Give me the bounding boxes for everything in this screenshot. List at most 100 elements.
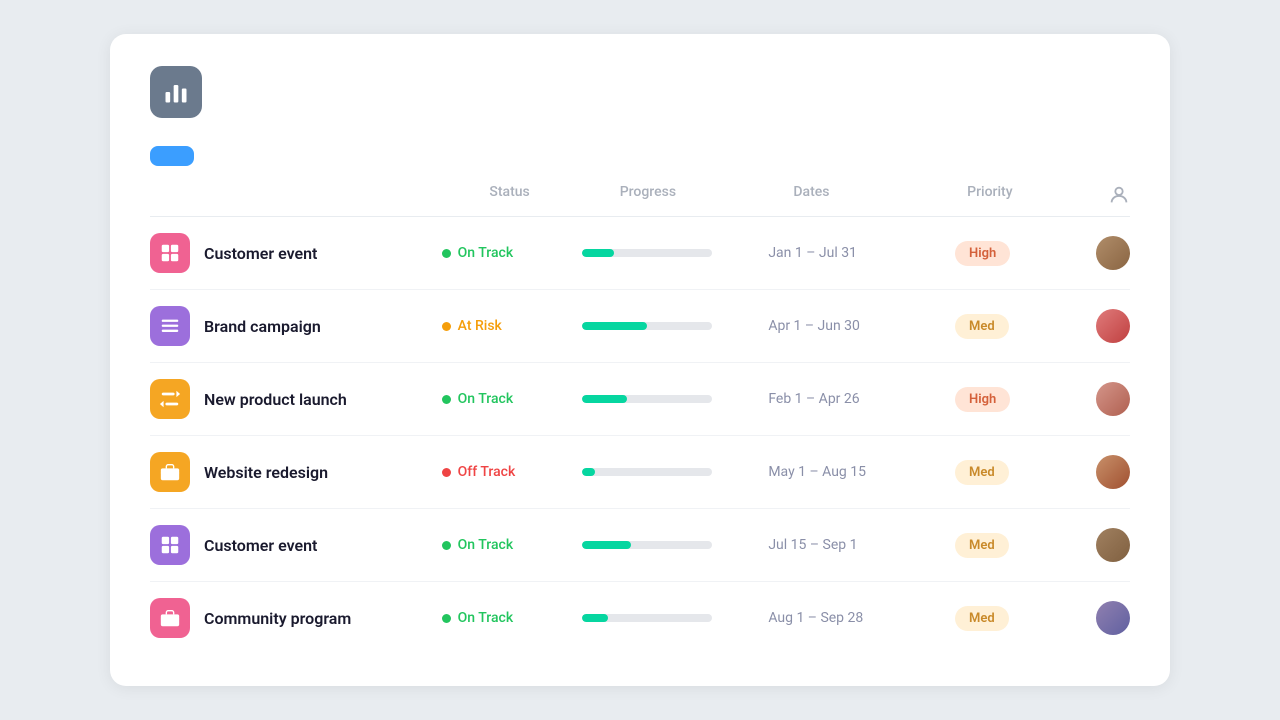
status-label: On Track <box>458 610 514 626</box>
briefcase-icon <box>150 452 190 492</box>
col-user <box>1076 184 1130 206</box>
priority-cell: Med <box>955 460 1072 485</box>
priority-cell: Med <box>955 314 1072 339</box>
priority-badge: High <box>955 387 1010 412</box>
briefcase-icon <box>150 598 190 638</box>
status-dot <box>442 468 451 477</box>
progress-bar-fill <box>582 322 647 330</box>
progress-cell <box>582 541 769 549</box>
project-cell: Customer event <box>150 525 442 565</box>
progress-bar-bg <box>582 395 712 403</box>
avatar <box>1096 455 1130 489</box>
avatar-cell <box>1072 382 1130 416</box>
status-cell: On Track <box>442 610 582 626</box>
status-label: At Risk <box>458 318 502 334</box>
priority-badge: Med <box>955 533 1009 558</box>
status-dot <box>442 249 451 258</box>
col-priority: Priority <box>967 184 1076 206</box>
priority-cell: Med <box>955 606 1072 631</box>
dates-cell: Jan 1 – Jul 31 <box>768 245 955 261</box>
status-label: On Track <box>458 391 514 407</box>
col-status: Status <box>489 184 619 206</box>
status-cell: On Track <box>442 391 582 407</box>
priority-cell: Med <box>955 533 1072 558</box>
user-header-icon <box>1108 184 1130 206</box>
table-row[interactable]: Website redesign Off Track May 1 – Aug 1… <box>150 436 1130 509</box>
avatar <box>1096 528 1130 562</box>
status-dot <box>442 541 451 550</box>
status-cell: On Track <box>442 245 582 261</box>
status-cell: At Risk <box>442 318 582 334</box>
list-icon <box>150 306 190 346</box>
table-body: Customer event On Track Jan 1 – Jul 31 H… <box>150 217 1130 654</box>
grid-icon <box>150 233 190 273</box>
progress-bar-fill <box>582 395 628 403</box>
main-card: Status Progress Dates Priority Customer … <box>110 34 1170 686</box>
progress-cell <box>582 249 769 257</box>
table-header: Status Progress Dates Priority <box>150 174 1130 217</box>
project-name: Customer event <box>204 536 317 555</box>
progress-cell <box>582 468 769 476</box>
progress-bar-bg <box>582 322 712 330</box>
status-label: Off Track <box>458 464 516 480</box>
project-name: Community program <box>204 609 351 628</box>
add-project-button[interactable] <box>150 146 194 166</box>
grid-icon <box>150 525 190 565</box>
table-row[interactable]: New product launch On Track Feb 1 – Apr … <box>150 363 1130 436</box>
dates-cell: May 1 – Aug 15 <box>768 464 955 480</box>
col-dates: Dates <box>793 184 967 206</box>
dates-cell: Aug 1 – Sep 28 <box>768 610 955 626</box>
project-cell: New product launch <box>150 379 442 419</box>
project-cell: Website redesign <box>150 452 442 492</box>
progress-bar-bg <box>582 468 712 476</box>
project-cell: Brand campaign <box>150 306 442 346</box>
progress-bar-bg <box>582 541 712 549</box>
progress-bar-fill <box>582 541 631 549</box>
app-icon <box>150 66 202 118</box>
dates-cell: Jul 15 – Sep 1 <box>768 537 955 553</box>
transfer-icon <box>150 379 190 419</box>
status-label: On Track <box>458 537 514 553</box>
status-cell: On Track <box>442 537 582 553</box>
priority-badge: High <box>955 241 1010 266</box>
progress-bar-bg <box>582 249 712 257</box>
progress-bar-fill <box>582 614 608 622</box>
status-dot <box>442 395 451 404</box>
priority-cell: High <box>955 241 1072 266</box>
avatar-cell <box>1072 236 1130 270</box>
avatar-cell <box>1072 455 1130 489</box>
avatar <box>1096 309 1130 343</box>
table-row[interactable]: Customer event On Track Jul 15 – Sep 1 M… <box>150 509 1130 582</box>
progress-bar-bg <box>582 614 712 622</box>
status-dot <box>442 322 451 331</box>
avatar-cell <box>1072 601 1130 635</box>
dates-cell: Feb 1 – Apr 26 <box>768 391 955 407</box>
avatar-cell <box>1072 528 1130 562</box>
toolbar <box>150 146 1130 166</box>
dates-cell: Apr 1 – Jun 30 <box>768 318 955 334</box>
project-name: Brand campaign <box>204 317 321 336</box>
status-cell: Off Track <box>442 464 582 480</box>
project-cell: Community program <box>150 598 442 638</box>
avatar <box>1096 601 1130 635</box>
table-row[interactable]: Community program On Track Aug 1 – Sep 2… <box>150 582 1130 654</box>
project-name: New product launch <box>204 390 347 409</box>
status-dot <box>442 614 451 623</box>
status-label: On Track <box>458 245 514 261</box>
priority-badge: Med <box>955 606 1009 631</box>
page-header <box>150 66 1130 118</box>
progress-bar-fill <box>582 468 595 476</box>
table-row[interactable]: Brand campaign At Risk Apr 1 – Jun 30 Me… <box>150 290 1130 363</box>
table-row[interactable]: Customer event On Track Jan 1 – Jul 31 H… <box>150 217 1130 290</box>
progress-bar-fill <box>582 249 615 257</box>
col-progress: Progress <box>620 184 794 206</box>
priority-badge: Med <box>955 314 1009 339</box>
col-name <box>218 184 489 206</box>
avatar <box>1096 236 1130 270</box>
priority-badge: Med <box>955 460 1009 485</box>
project-name: Customer event <box>204 244 317 263</box>
progress-cell <box>582 395 769 403</box>
progress-cell <box>582 322 769 330</box>
project-cell: Customer event <box>150 233 442 273</box>
avatar <box>1096 382 1130 416</box>
